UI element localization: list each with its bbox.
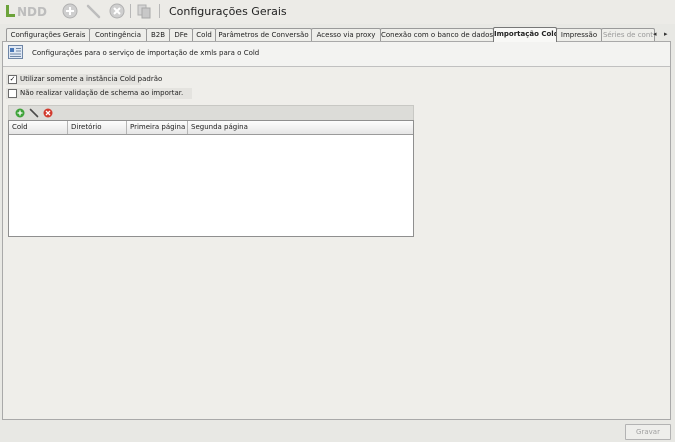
edit-icon[interactable] bbox=[86, 3, 102, 19]
add-icon[interactable] bbox=[62, 3, 78, 19]
cold-directories-grid[interactable]: Cold Diretório Primeira página Segunda p… bbox=[8, 120, 414, 237]
column-primeira-pagina[interactable]: Primeira página bbox=[127, 121, 188, 134]
page-title: Configurações Gerais bbox=[169, 5, 287, 18]
toolbar-separator bbox=[159, 4, 160, 18]
settings-list-icon bbox=[8, 45, 23, 59]
toolbar-separator bbox=[130, 4, 131, 18]
add-row-icon[interactable] bbox=[15, 108, 25, 118]
column-diretorio[interactable]: Diretório bbox=[68, 121, 127, 134]
tab-impressao[interactable]: Impressão bbox=[556, 28, 602, 41]
tab-scroll-left-icon[interactable]: ◂ bbox=[653, 30, 657, 38]
tab-contingencia[interactable]: Contingência bbox=[89, 28, 147, 41]
tab-b2b[interactable]: B2B bbox=[146, 28, 170, 41]
grid-header: Cold Diretório Primeira página Segunda p… bbox=[9, 121, 413, 135]
tab-strip: Configurações Gerais Contingência B2B DF… bbox=[0, 27, 675, 42]
column-segunda-pagina[interactable]: Segunda página bbox=[188, 121, 413, 134]
section-header: Configurações para o serviço de importaç… bbox=[3, 42, 670, 67]
tab-cold[interactable]: Cold bbox=[192, 28, 216, 41]
save-button[interactable]: Gravar bbox=[625, 424, 671, 440]
logo-text: NDD bbox=[17, 5, 47, 18]
use-default-instance-checkbox[interactable]: ✓ bbox=[8, 75, 17, 84]
tab-configuracoes-gerais[interactable]: Configurações Gerais bbox=[6, 28, 90, 41]
copy-icon[interactable] bbox=[136, 3, 152, 19]
skip-schema-validation-option[interactable]: Não realizar validação de schema ao impo… bbox=[6, 88, 192, 99]
skip-schema-validation-label: Não realizar validação de schema ao impo… bbox=[20, 89, 184, 97]
skip-schema-validation-checkbox[interactable] bbox=[8, 89, 17, 98]
tab-acesso-proxy[interactable]: Acesso via proxy bbox=[311, 28, 381, 41]
tab-importacao-cold[interactable]: Importação Cold bbox=[493, 27, 557, 42]
section-description: Configurações para o serviço de importaç… bbox=[32, 49, 260, 57]
tab-scroll-right-icon[interactable]: ▸ bbox=[664, 30, 668, 38]
use-default-instance-label: Utilizar somente a instância Cold padrão bbox=[20, 75, 163, 83]
tab-series-contingencia[interactable]: Séries de cont bbox=[601, 28, 655, 41]
importacao-cold-panel: Configurações para o serviço de importaç… bbox=[2, 41, 671, 420]
tab-dfe[interactable]: DFe bbox=[169, 28, 193, 41]
delete-icon[interactable] bbox=[109, 3, 125, 19]
ndd-logo-icon: NDD bbox=[6, 5, 47, 18]
remove-row-icon[interactable] bbox=[43, 108, 53, 118]
tab-parametros-conversao[interactable]: Parâmetros de Conversão bbox=[215, 28, 312, 41]
title-bar: NDD Configurações Gerais bbox=[0, 0, 675, 24]
grid-toolbar bbox=[8, 105, 414, 121]
use-default-instance-option[interactable]: ✓ Utilizar somente a instância Cold padr… bbox=[6, 74, 162, 85]
tab-conexao-banco[interactable]: Conexão com o banco de dados bbox=[380, 28, 494, 41]
column-cold[interactable]: Cold bbox=[9, 121, 68, 134]
edit-row-icon[interactable] bbox=[29, 108, 39, 118]
